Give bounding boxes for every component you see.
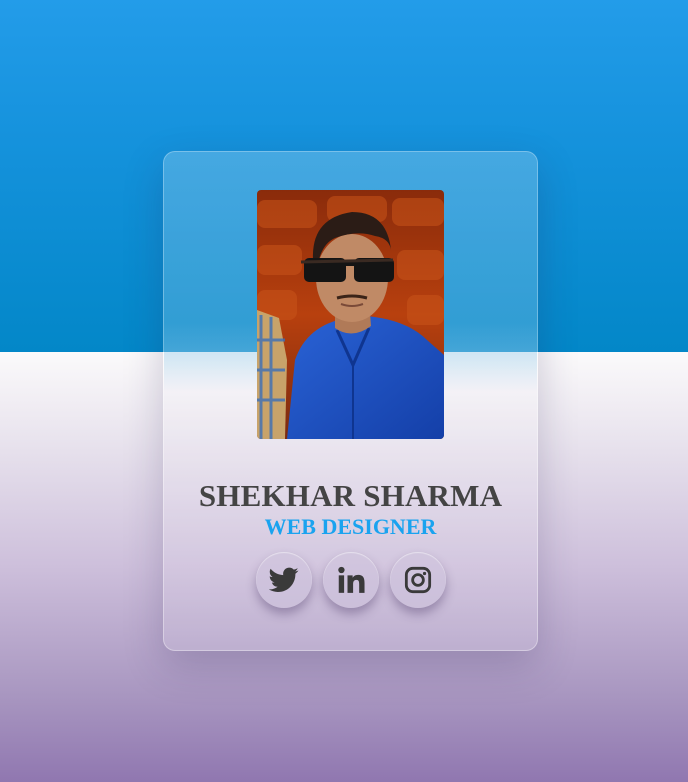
- linkedin-icon: [337, 566, 365, 593]
- twitter-button[interactable]: [255, 552, 312, 608]
- profile-card: SHEKHAR SHARMA WEB DESIGNER: [163, 151, 538, 651]
- page: SHEKHAR SHARMA WEB DESIGNER: [0, 0, 688, 782]
- instagram-button[interactable]: [389, 552, 446, 608]
- instagram-icon: [404, 566, 431, 594]
- profile-photo: [257, 190, 444, 439]
- social-links: [164, 552, 537, 612]
- profile-name: SHEKHAR SHARMA: [198, 478, 503, 513]
- twitter-icon: [268, 567, 298, 592]
- linkedin-button[interactable]: [322, 552, 379, 608]
- profile-role: WEB DESIGNER: [264, 514, 437, 539]
